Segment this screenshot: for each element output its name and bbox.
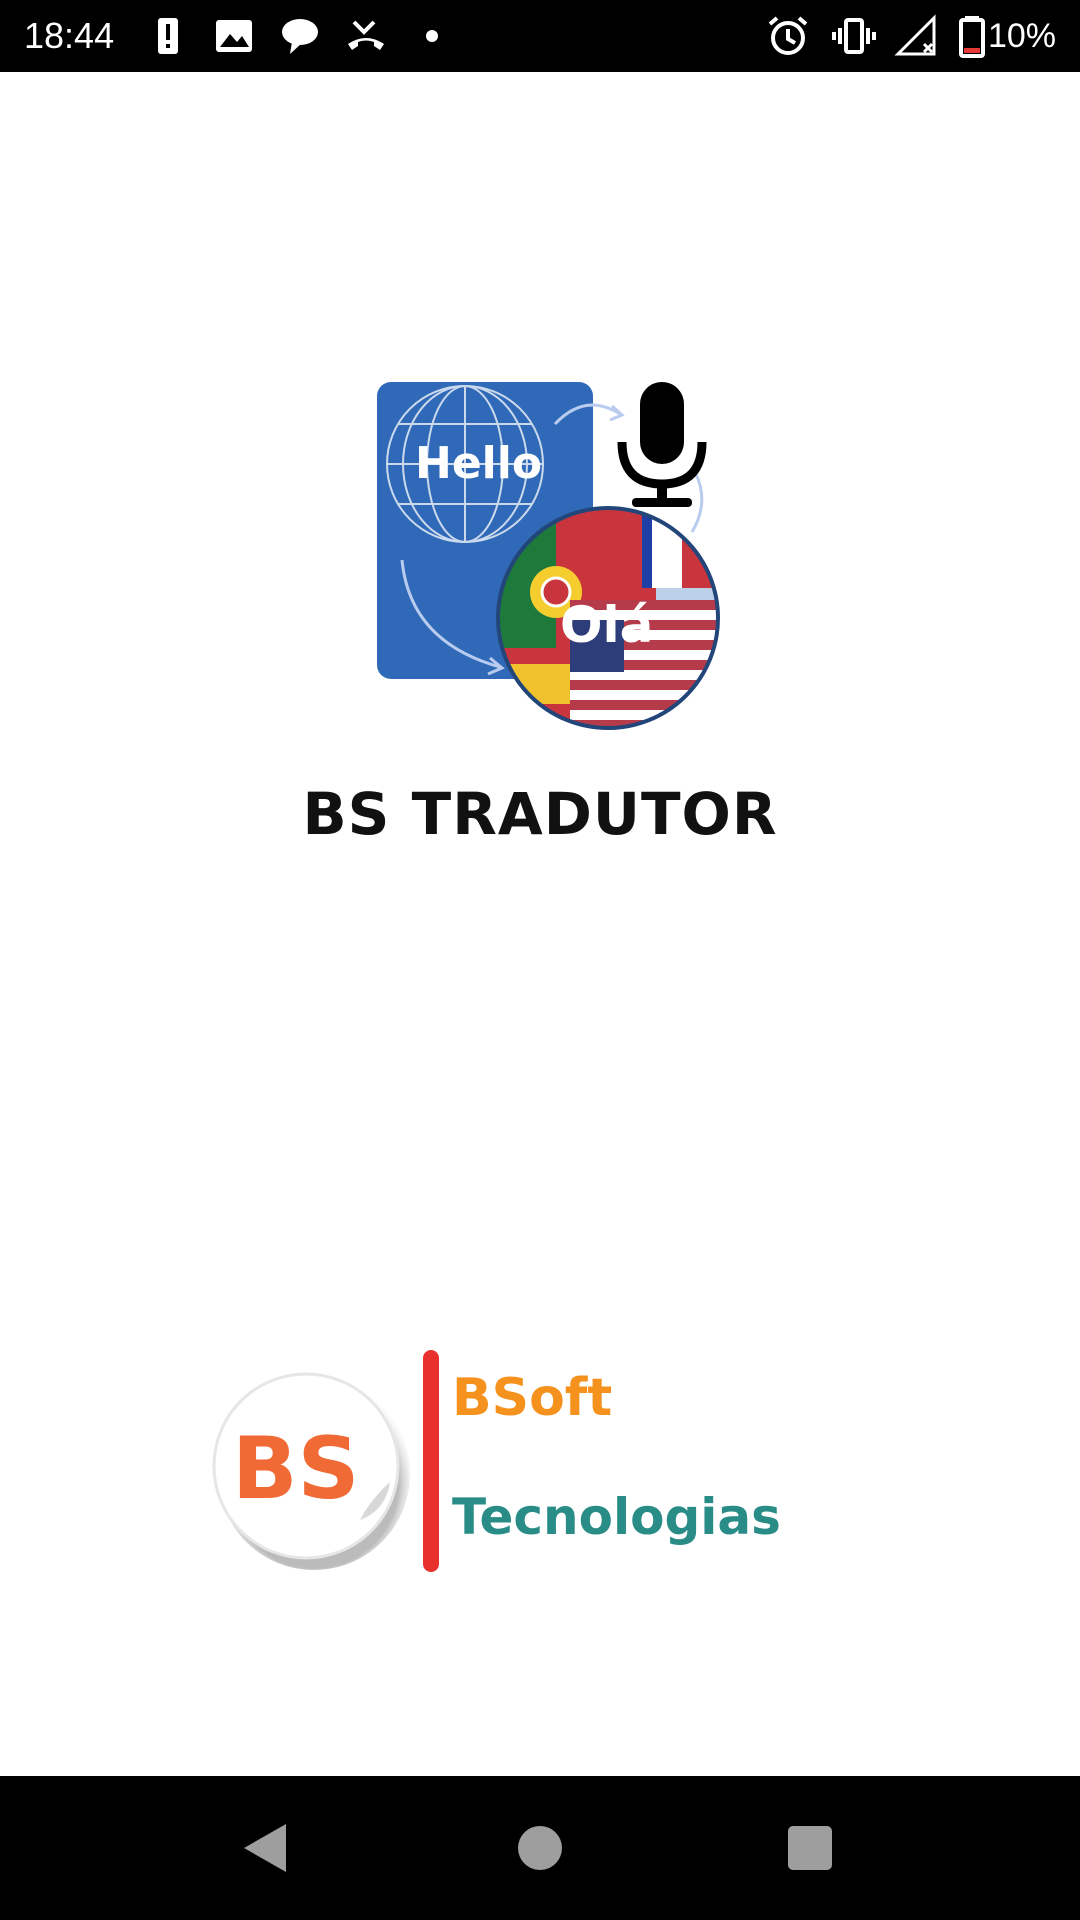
image-icon [216,20,252,52]
missed-call-icon [348,20,384,50]
back-icon[interactable] [226,1808,306,1888]
microphone-icon [617,382,707,507]
company-branding: BS BSoft Tecnologias [200,1350,820,1590]
home-icon[interactable] [500,1808,580,1888]
company-name-line2: Tecnologias [452,1488,781,1546]
translator-logo-graphic [377,382,720,730]
splash-screen: Hello Olá BS TRADUTOR BS BSoft Tecnologi… [0,72,1080,1776]
logo-word-hello: Hello [415,438,543,489]
dot-icon [426,30,438,42]
vibrate-icon [832,18,876,54]
battery-percent: 10% [987,17,1056,55]
company-name-line1: BSoft [452,1368,613,1428]
alarm-icon [768,16,808,55]
bs-sticker-icon: BS [212,1372,410,1570]
signal-icon [894,14,936,56]
clock: 18:44 [24,15,115,56]
svg-text:BS: BS [232,1419,360,1519]
branding-divider [423,1350,439,1572]
status-bar: 18:44 10% [0,0,1080,72]
chat-icon [282,19,318,54]
company-logo-badge: BS [210,1370,410,1570]
app-logo: Hello Olá [370,372,730,732]
recents-icon[interactable] [770,1808,850,1888]
alert-icon [158,18,178,54]
app-title: BS TRADUTOR [302,780,778,848]
logo-word-ola: Olá [560,596,654,654]
navigation-bar [0,1776,1080,1920]
